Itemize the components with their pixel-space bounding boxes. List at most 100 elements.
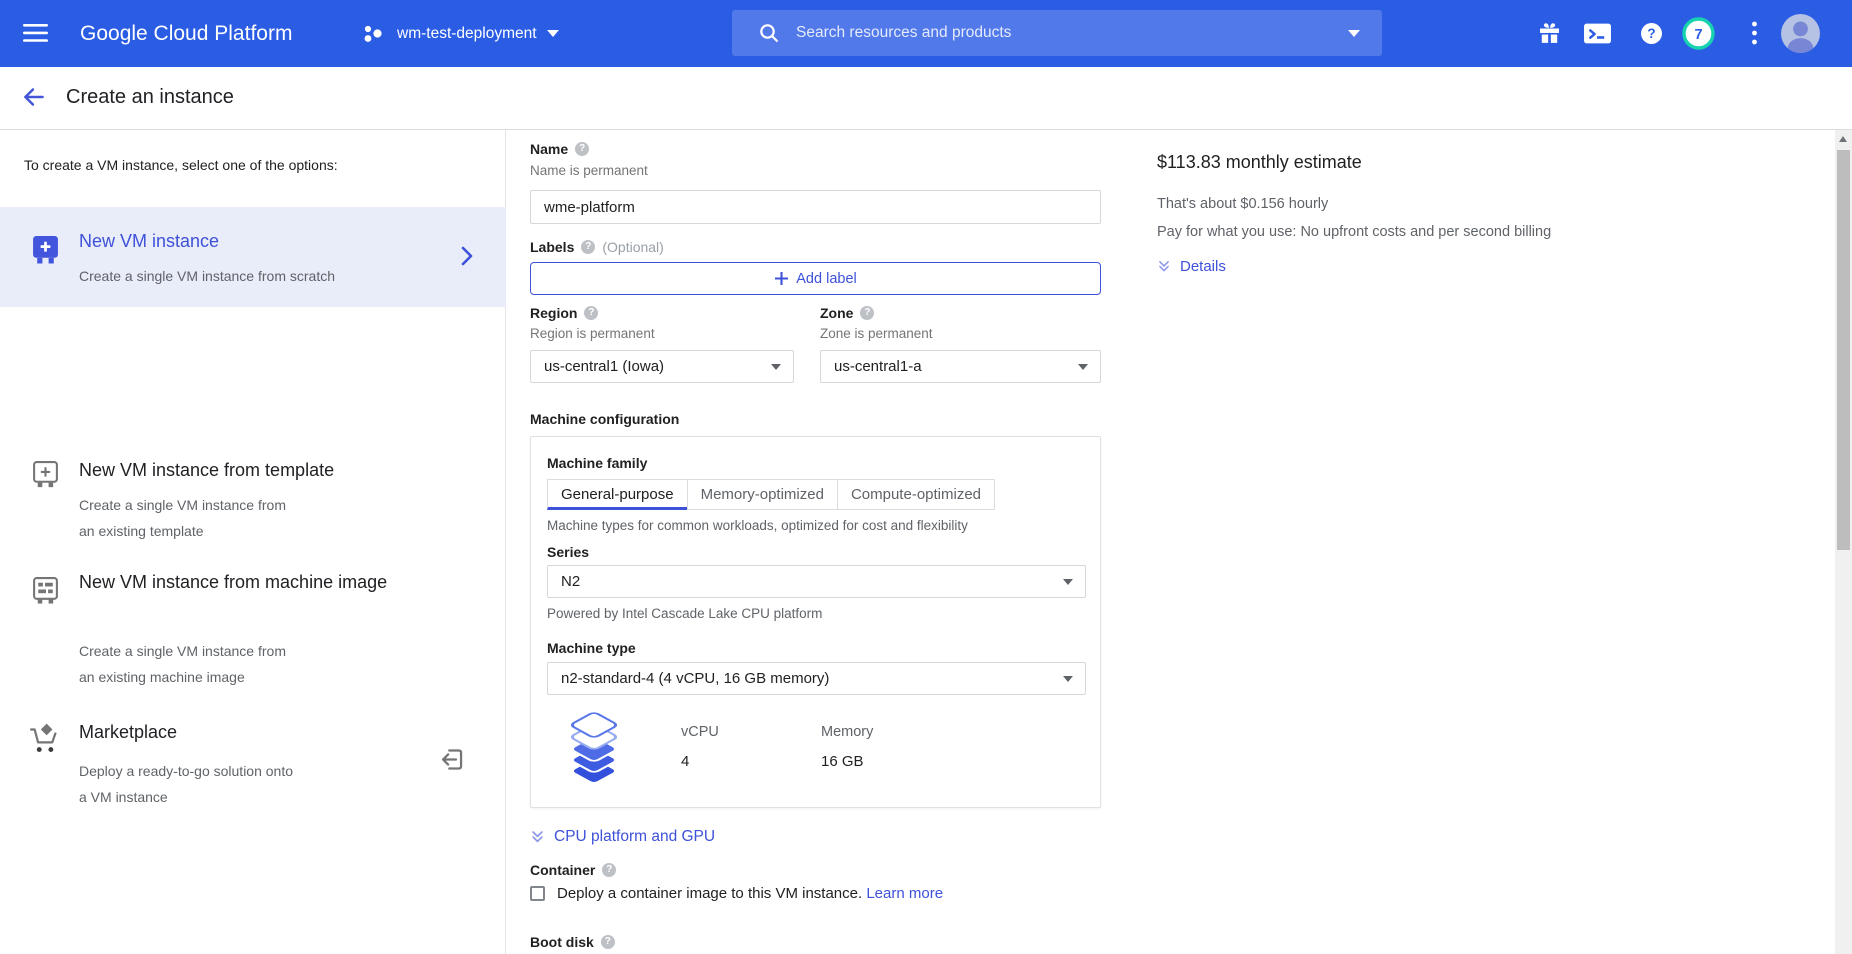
details-text: Details — [1180, 258, 1226, 275]
labels-optional: (Optional) — [602, 239, 663, 255]
option-subtitle-line1: Create a single VM instance from — [79, 492, 286, 518]
back-arrow-icon[interactable] — [20, 84, 50, 112]
zone-hint: Zone is permanent — [820, 326, 933, 341]
learn-more-link[interactable]: Learn more — [866, 885, 943, 902]
help-circle-icon[interactable] — [601, 935, 615, 949]
cpu-platform-gpu-link[interactable]: CPU platform and GPU — [530, 828, 715, 846]
memory-value: 16 GB — [821, 753, 864, 770]
app-bar: Google Cloud Platform wm-test-deployment — [0, 0, 1852, 67]
series-select[interactable]: N2 — [547, 565, 1086, 598]
add-label-text: Add label — [796, 271, 856, 287]
vm-instance-icon — [32, 235, 59, 269]
series-caption: Powered by Intel Cascade Lake CPU platfo… — [547, 606, 822, 621]
machine-family-tabs: General-purpose Memory-optimized Compute… — [547, 479, 995, 510]
avatar[interactable] — [1779, 0, 1821, 67]
machine-config-card: Machine family General-purpose Memory-op… — [530, 436, 1101, 808]
estimate-billing-note: Pay for what you use: No upfront costs a… — [1157, 224, 1551, 240]
help-circle-icon[interactable] — [860, 306, 874, 320]
search-caret-icon[interactable] — [1348, 30, 1360, 37]
estimate-title: $113.83 monthly estimate — [1157, 152, 1362, 173]
name-hint: Name is permanent — [530, 163, 648, 178]
option-title: New VM instance from machine image — [79, 568, 389, 596]
scrollbar-thumb[interactable] — [1837, 150, 1850, 550]
container-checkbox[interactable] — [530, 886, 545, 901]
option-title: New VM instance from template — [79, 456, 399, 484]
marketplace-cart-icon — [26, 722, 62, 761]
add-label-button[interactable]: Add label — [530, 262, 1101, 295]
sidebar-item-new-vm-from-machine-image[interactable]: New VM instance from machine image Creat… — [0, 558, 506, 686]
region-label: Region — [530, 305, 577, 321]
vm-template-icon — [32, 460, 59, 494]
help-circle-icon[interactable] — [581, 240, 595, 254]
zone-label-row: Zone — [820, 305, 874, 321]
tab-general-purpose[interactable]: General-purpose — [547, 479, 688, 510]
name-label: Name — [530, 141, 568, 157]
kebab-menu-icon[interactable] — [1744, 0, 1764, 67]
option-subtitle-line2: a VM instance — [79, 784, 168, 810]
help-circle-icon[interactable] — [584, 306, 598, 320]
series-label: Series — [547, 544, 589, 560]
option-subtitle: Create a single VM instance from scratch — [79, 263, 335, 289]
machine-type-select[interactable]: n2-standard-4 (4 vCPU, 16 GB memory) — [547, 662, 1086, 695]
option-title: New VM instance — [79, 227, 399, 255]
zone-value: us-central1-a — [834, 358, 922, 375]
zone-select[interactable]: us-central1-a — [820, 350, 1101, 383]
open-external-icon — [438, 746, 465, 778]
labels-label: Labels — [530, 239, 574, 255]
svg-text:7: 7 — [1694, 27, 1702, 43]
scrollbar-up-arrow[interactable] — [1839, 136, 1847, 142]
machine-type-value: n2-standard-4 (4 vCPU, 16 GB memory) — [561, 670, 829, 687]
name-label-row: Name — [530, 141, 589, 157]
gift-icon[interactable] — [1534, 0, 1564, 67]
create-instance-page: Google Cloud Platform wm-test-deployment — [0, 0, 1852, 954]
search-icon — [758, 22, 780, 44]
help-circle-icon[interactable] — [575, 142, 589, 156]
vcpu-label: vCPU — [681, 724, 719, 740]
name-field-box — [530, 190, 1101, 224]
machine-config-title-text: Machine configuration — [530, 411, 679, 427]
zone-label: Zone — [820, 305, 853, 321]
search-input[interactable] — [794, 23, 1348, 43]
estimate-details-link[interactable]: Details — [1157, 258, 1226, 275]
region-label-row: Region — [530, 305, 598, 321]
sidebar-item-new-vm-from-template[interactable]: New VM instance from template Create a s… — [0, 440, 506, 552]
project-switcher[interactable]: wm-test-deployment — [360, 0, 559, 67]
notifications-badge[interactable]: 7 — [1680, 0, 1716, 67]
cpu-layers-icon — [557, 705, 631, 792]
option-subtitle-line2: an existing machine image — [79, 664, 245, 690]
container-label-row: Container — [530, 862, 616, 878]
sidebar-item-marketplace[interactable]: Marketplace Deploy a ready-to-go solutio… — [0, 690, 506, 808]
boot-disk-label: Boot disk — [530, 934, 594, 950]
help-icon[interactable]: ? — [1638, 0, 1664, 67]
project-name: wm-test-deployment — [397, 25, 537, 43]
help-circle-icon[interactable] — [602, 863, 616, 877]
sidebar-item-new-vm-instance[interactable]: New VM instance Create a single VM insta… — [0, 207, 506, 307]
tab-memory-optimized[interactable]: Memory-optimized — [687, 479, 838, 510]
memory-label: Memory — [821, 724, 873, 740]
chevron-right-icon — [455, 243, 479, 274]
name-input[interactable] — [531, 191, 1100, 223]
option-title: Marketplace — [79, 718, 399, 746]
vcpu-value: 4 — [681, 753, 689, 770]
option-subtitle-line2: an existing template — [79, 518, 204, 544]
container-label: Container — [530, 862, 595, 878]
machine-type-label: Machine type — [547, 640, 636, 656]
labels-label-row: Labels (Optional) — [530, 239, 664, 255]
cpu-platform-gpu-text: CPU platform and GPU — [554, 828, 715, 846]
machine-config-title: Machine configuration — [530, 411, 679, 427]
region-select[interactable]: us-central1 (Iowa) — [530, 350, 794, 383]
global-search — [732, 10, 1382, 56]
svg-text:?: ? — [1647, 26, 1655, 41]
page-title: Create an instance — [66, 86, 234, 109]
machine-family-caption: Machine types for common workloads, opti… — [547, 518, 968, 533]
estimate-hourly: That's about $0.156 hourly — [1157, 196, 1328, 212]
machine-family-label-text: Machine family — [547, 455, 647, 471]
machine-type-label-text: Machine type — [547, 640, 636, 656]
menu-icon[interactable] — [22, 21, 50, 45]
option-subtitle-line1: Deploy a ready-to-go solution onto — [79, 758, 293, 784]
series-value: N2 — [561, 573, 580, 590]
cloud-shell-icon[interactable] — [1581, 0, 1613, 67]
brand-logo[interactable]: Google Cloud Platform — [80, 0, 292, 67]
tab-compute-optimized[interactable]: Compute-optimized — [837, 479, 995, 510]
boot-disk-label-row: Boot disk — [530, 934, 615, 950]
